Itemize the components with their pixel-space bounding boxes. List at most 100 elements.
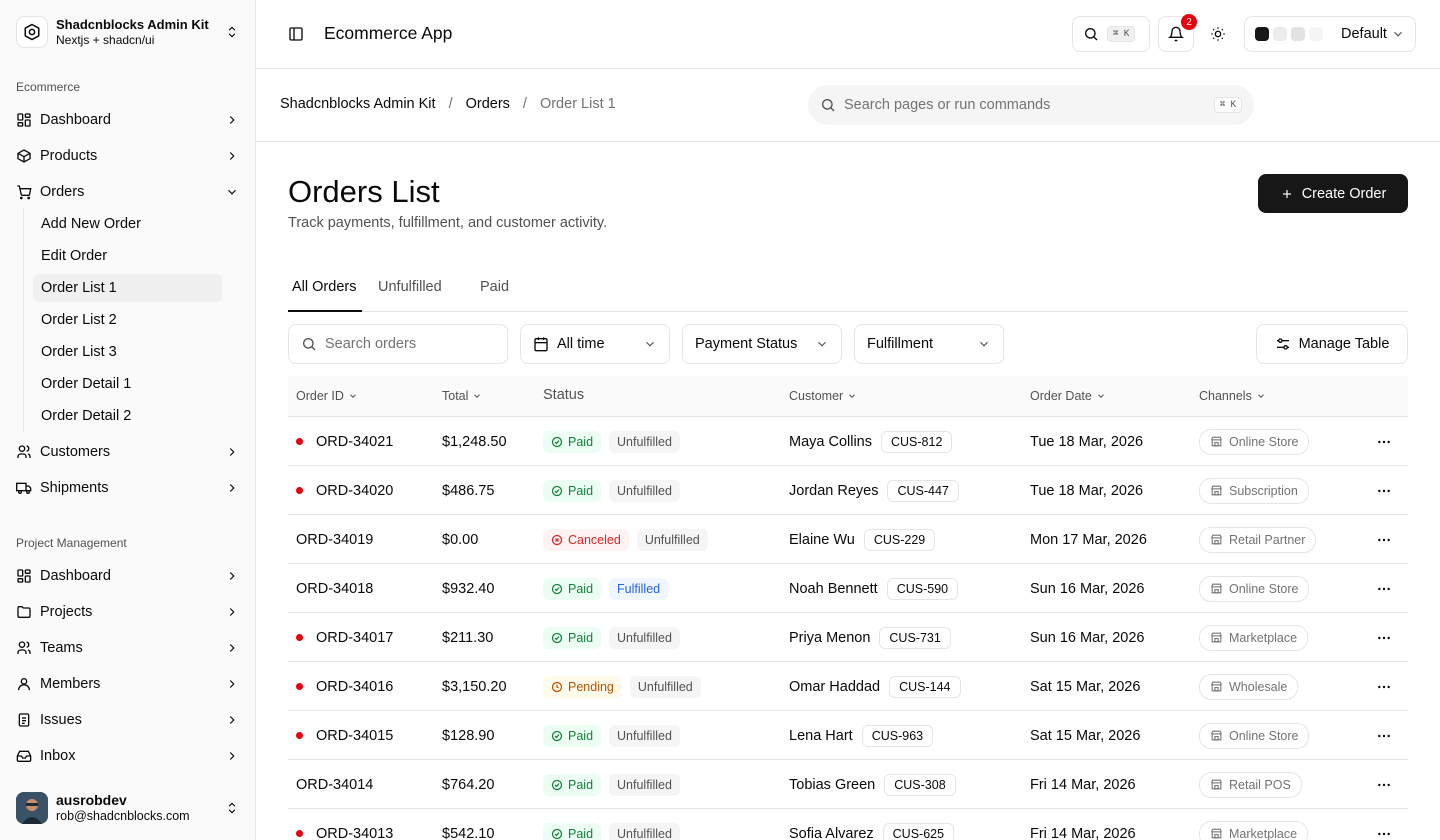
column-header-status: Status — [543, 387, 585, 403]
order-date: Sun 16 Mar, 2026 — [1030, 580, 1145, 597]
payment-status-text: Paid — [568, 826, 594, 840]
customer-name[interactable]: Noah Bennett — [789, 581, 878, 597]
sidebar-item-teams[interactable]: Teams — [8, 632, 248, 664]
sidebar-subitem-order-list-3[interactable]: Order List 3 — [33, 338, 222, 366]
sidebar-item-label: Issues — [40, 712, 82, 728]
row-actions-button[interactable] — [1372, 822, 1396, 840]
plus-icon — [1282, 189, 1291, 198]
user-email: rob@shadcnblocks.com — [56, 809, 190, 823]
customer-id-badge: CUS-625 — [882, 822, 955, 840]
order-id[interactable]: ORD-34013 — [316, 826, 393, 840]
order-id[interactable]: ORD-34015 — [316, 728, 393, 744]
sidebar-item-label: Dashboard — [40, 112, 111, 128]
row-actions-button[interactable] — [1372, 675, 1396, 699]
table-row[interactable]: ORD-34019 $0.00 Canceled Unfulfilled Elaine … — [288, 515, 1408, 564]
sidebar-toggle-button[interactable] — [284, 24, 308, 44]
table-row[interactable]: ORD-34013 $542.10 Paid Unfulfilled Sofia Alv… — [288, 809, 1408, 840]
column-header-label: Order ID — [296, 389, 344, 403]
customer-name[interactable]: Omar Haddad — [789, 679, 880, 695]
payment-status-badge: Paid — [543, 773, 602, 796]
sidebar-item-members[interactable]: Members — [8, 668, 248, 700]
order-id[interactable]: ORD-34018 — [296, 581, 373, 597]
order-search-input[interactable]: Search orders — [288, 324, 508, 364]
row-actions-button[interactable] — [1372, 479, 1396, 503]
sidebar-subitem-add-new-order[interactable]: Add New Order — [33, 210, 222, 238]
column-header-channels[interactable]: Channels — [1199, 389, 1266, 403]
search-button[interactable]: ⌘ K — [1072, 16, 1150, 52]
breadcrumb-link-orders[interactable]: Orders — [466, 96, 510, 112]
sun-icon — [1211, 27, 1225, 41]
customer-name[interactable]: Elaine Wu — [789, 532, 855, 548]
theme-select[interactable]: Default — [1244, 16, 1416, 52]
order-id[interactable]: ORD-34017 — [316, 630, 393, 646]
chevron-right-icon — [229, 680, 235, 688]
table-row[interactable]: ORD-34016 $3,150.20 Pending Unfulfilled Omar… — [288, 662, 1408, 711]
create-order-button[interactable]: Create Order — [1258, 174, 1408, 213]
layout-dashboard-icon — [16, 568, 32, 584]
sidebar-item-orders[interactable]: Orders — [8, 176, 248, 208]
table-row[interactable]: ORD-34021 $1,248.50 Paid Unfulfilled Maya Co… — [288, 417, 1408, 466]
table-row[interactable]: ORD-34014 $764.20 Paid Unfulfilled Tobias Gr… — [288, 760, 1408, 809]
customer-name[interactable]: Tobias Green — [789, 777, 875, 793]
manage-table-button[interactable]: Manage Table — [1256, 324, 1408, 364]
table-row[interactable]: ORD-34017 $211.30 Paid Unfulfilled Priya Men… — [288, 613, 1408, 662]
customer-name[interactable]: Maya Collins — [789, 434, 872, 450]
customer-id-badge: CUS-731 — [879, 626, 951, 649]
command-search-input[interactable]: Search pages or run commands ⌘ K — [808, 85, 1254, 125]
sidebar-subitem-edit-order[interactable]: Edit Order — [33, 242, 222, 270]
row-actions-button[interactable] — [1372, 626, 1396, 650]
order-total: $486.75 — [442, 482, 495, 499]
column-header-order-date[interactable]: Order Date — [1030, 389, 1106, 403]
date-range-select[interactable]: All time — [520, 324, 670, 364]
sidebar-item-dashboard[interactable]: Dashboard — [8, 560, 248, 592]
order-id[interactable]: ORD-34016 — [316, 679, 393, 695]
row-actions-button[interactable] — [1372, 528, 1396, 552]
sidebar-item-projects[interactable]: Projects — [8, 596, 248, 628]
breadcrumb-link-home[interactable]: Shadcnblocks Admin Kit — [280, 96, 436, 112]
column-header-order-id[interactable]: Order ID — [296, 389, 358, 403]
team-switcher[interactable]: Shadcnblocks Admin Kit Nextjs + shadcn/u… — [8, 8, 248, 56]
notifications-button[interactable]: 2 — [1158, 14, 1197, 52]
payment-status-text: Paid — [568, 630, 594, 645]
table-row[interactable]: ORD-34020 $486.75 Paid Unfulfilled Jordan Re… — [288, 466, 1408, 515]
sidebar-item-inbox[interactable]: Inbox — [8, 740, 248, 772]
tab-paid[interactable]: Paid — [480, 279, 509, 295]
customer-name[interactable]: Sofia Alvarez — [789, 826, 874, 840]
sidebar-item-customers[interactable]: Customers — [8, 436, 248, 468]
sidebar-subitem-order-detail-2[interactable]: Order Detail 2 — [33, 402, 222, 430]
sidebar-item-products[interactable]: Products — [8, 140, 248, 172]
table-row[interactable]: ORD-34018 $932.40 Paid Fulfilled Noah Bennet… — [288, 564, 1408, 613]
order-id[interactable]: ORD-34014 — [296, 777, 373, 793]
tab-all-orders[interactable]: All Orders — [292, 279, 356, 295]
customer-name[interactable]: Lena Hart — [789, 728, 853, 744]
row-actions-button[interactable] — [1372, 577, 1396, 601]
column-header-customer[interactable]: Customer — [789, 389, 857, 403]
sidebar-subitem-order-list-2[interactable]: Order List 2 — [33, 306, 222, 334]
fulfillment-select[interactable]: Fulfillment — [854, 324, 1004, 364]
sidebar-subitem-order-detail-1[interactable]: Order Detail 1 — [33, 370, 222, 398]
user-menu[interactable]: ausrobdev rob@shadcnblocks.com — [8, 784, 248, 832]
row-actions-button[interactable] — [1372, 773, 1396, 797]
customer-name[interactable]: Priya Menon — [789, 630, 870, 646]
sidebar-subitem-order-list-1[interactable]: Order List 1 — [33, 274, 222, 302]
table-row[interactable]: ORD-34015 $128.90 Paid Unfulfilled Lena Hart… — [288, 711, 1408, 760]
sidebar-item-label: Members — [40, 676, 101, 692]
order-id[interactable]: ORD-34021 — [316, 434, 393, 450]
customer-name[interactable]: Jordan Reyes — [789, 483, 878, 499]
sidebar-item-label: Dashboard — [40, 568, 111, 584]
customer-id-badge: CUS-229 — [863, 528, 936, 551]
channel-badge: Online Store — [1199, 722, 1310, 749]
order-id[interactable]: ORD-34020 — [316, 483, 393, 499]
column-header-total[interactable]: Total — [442, 389, 482, 403]
sidebar-item-shipments[interactable]: Shipments — [8, 472, 248, 504]
tab-unfulfilled[interactable]: Unfulfilled — [378, 279, 442, 295]
payment-status-select[interactable]: Payment Status — [682, 324, 842, 364]
row-actions-button[interactable] — [1372, 430, 1396, 454]
theme-toggle-button[interactable] — [1208, 24, 1228, 44]
order-id[interactable]: ORD-34019 — [296, 532, 373, 548]
chevron-down-icon — [646, 341, 654, 347]
row-actions-button[interactable] — [1372, 724, 1396, 748]
sidebar-item-dashboard[interactable]: Dashboard — [8, 104, 248, 136]
sidebar-item-issues[interactable]: Issues — [8, 704, 248, 736]
column-header-label: Channels — [1199, 389, 1252, 403]
